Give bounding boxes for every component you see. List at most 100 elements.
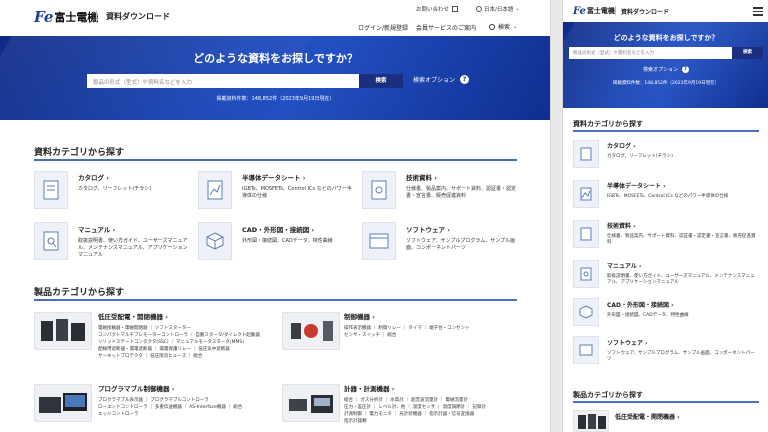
doc-card-title: 技術資料 ›: [607, 223, 636, 230]
instrument-product-image: [282, 384, 340, 422]
software-icon: [362, 222, 396, 260]
prod-card-links: 総合 ｜ ガス分析計 ｜ 水質計 ｜ 超音波流量計 ｜ 電磁流量計 圧力・差圧計…: [344, 398, 486, 424]
hero-banner: どのような資料をお探しですか？ 製品の形式（型式）や資料名などを入力 検索 検索…: [0, 36, 550, 120]
doc-card-desc: 外形図・接続図、CADデータ、特性曲線: [607, 313, 689, 318]
external-link-icon: [452, 6, 459, 12]
doc-card-title: CAD・外形図・接続図 ›: [242, 226, 315, 234]
doc-section-title: 資料カテゴリから探す: [34, 148, 125, 158]
manual-icon: [573, 260, 599, 288]
catalog-icon: [573, 140, 599, 168]
doc-card-title: ソフトウェア ›: [406, 226, 450, 234]
manual-icon: [34, 222, 68, 260]
doc-card-title: マニュアル ›: [607, 263, 642, 270]
cad-cube-icon: [198, 222, 232, 260]
desktop-view: Fe 富士電機 資料ダウンロード お問い合わせ 日本/日本語 ⌄ ログイン/新規…: [0, 0, 551, 432]
doc-section-underline: [573, 130, 759, 132]
doc-card-desc: 取扱説明書、使い方ガイド、ユーザーズマニュアル、メンテナンスマニュアル、アプリケ…: [78, 238, 188, 258]
logo[interactable]: Fe 富士電機: [34, 8, 99, 26]
header-search[interactable]: 検索 ⌄: [489, 22, 517, 31]
prod-card-title: 制御機器 ›: [344, 313, 375, 321]
contact-label: お問い合わせ: [416, 7, 450, 13]
doc-card-desc: 仕様書、製品案内、サポート資料、認証書・認定書・宣言書、販売促進資料: [406, 186, 517, 199]
search-option-link[interactable]: 検索オプション ?: [413, 75, 470, 84]
search-button[interactable]: 検索: [732, 47, 763, 59]
doc-card-title: カタログ ›: [607, 143, 636, 150]
company-name: 富士電機: [54, 11, 99, 24]
mobile-logo[interactable]: Fe 富士電機: [573, 5, 615, 17]
section-title[interactable]: 資料ダウンロード: [621, 7, 669, 16]
mobile-view: Fe 富士電機 資料ダウンロード どのような資料をお探しですか？ 製品の形式（型…: [562, 0, 768, 432]
logo-mark: Fe: [573, 5, 586, 17]
technical-doc-icon: [573, 220, 599, 248]
technical-doc-icon: [362, 171, 396, 209]
doc-card-desc: 仕様書、製品案内、サポート資料、認証書・認定書・宣言書、販売促進資料: [607, 234, 756, 245]
doc-card-title: マニュアル ›: [78, 226, 116, 234]
search-row: 製品の形式（型式）や資料名などを入力 検索 検索オプション ?: [87, 74, 507, 88]
document-count: 掲載資料件数：148,852件（2023年9月19日現在）: [612, 81, 720, 86]
language-selector[interactable]: 日本/日本語 ⌄: [476, 5, 520, 13]
document-count: 掲載資料件数：148,852件（2023年9月19日現在）: [216, 96, 335, 102]
doc-card-desc: カタログ、リーフレット(チラシ): [78, 186, 152, 192]
prod-card-links: 操作表示機器 ｜ 制御リレー ｜ タイマ ｜ 端子台・コンセント センサ・スイッ…: [344, 326, 470, 338]
catalog-icon: [34, 171, 68, 209]
hero-question: どのような資料をお探しですか？: [613, 34, 719, 42]
globe-icon: [476, 6, 482, 12]
search-input[interactable]: 製品の形式（型式）や資料名などを入力: [569, 47, 732, 59]
prod-section-underline: [573, 401, 759, 403]
hamburger-menu-icon[interactable]: [753, 5, 763, 18]
search-icon: [489, 23, 495, 30]
doc-card-title: 半導体データシート ›: [607, 183, 666, 190]
doc-card-desc: IGBTs、MOSFETs、Control ICs などのパワー半導体の仕様: [242, 186, 352, 199]
prod-section-underline: [34, 299, 517, 301]
help-icon: ?: [460, 75, 470, 84]
company-name: 富士電機: [586, 7, 615, 15]
doc-card-desc: 取扱説明書、使い方ガイド、ユーザーズマニュアル、メンテナンスマニュアル、アプリケ…: [607, 274, 755, 285]
doc-card-desc: ソフトウェア、サンプルプログラム、サンプル画面、コンポーネントパーツ: [607, 351, 755, 362]
datasheet-icon: [573, 180, 599, 208]
doc-card-desc: IGBTs、MOSFETs、Control ICs などのパワー半導体の仕様: [607, 194, 729, 199]
help-icon: ?: [682, 66, 689, 73]
search-button[interactable]: 検索: [359, 74, 403, 88]
header-divider: [615, 6, 616, 15]
control-product-image: [282, 312, 340, 350]
chevron-down-icon: ⌄: [513, 23, 518, 30]
search-label: 検索: [498, 24, 511, 31]
prod-card-links: プログラマブル表示器 ｜ プログラマブルコントローラ ローエンドコントローラ ｜…: [98, 398, 243, 417]
datasheet-icon: [198, 171, 232, 209]
member-link[interactable]: 会員サービスのご案内: [416, 23, 476, 32]
chevron-down-icon: ⌄: [515, 6, 520, 12]
prod-card-title: 低圧受配電・開閉機器 ›: [98, 313, 168, 321]
prod-card-links: 電磁接触器・電磁開閉器 ｜ ソフトスターター コンパクトマルチプレモーターコント…: [98, 326, 260, 359]
doc-card-title: 技術資料 ›: [406, 174, 437, 182]
search-input[interactable]: 製品の形式（型式）や資料名などを入力: [87, 74, 359, 88]
prod-card-title: 計器・計測機器 ›: [344, 385, 395, 393]
prod-section-title: 製品カテゴリから探す: [573, 391, 643, 399]
mobile-hero-banner: どのような資料をお探しですか？ 製品の形式（型式）や資料名などを入力 検索 検索…: [563, 22, 768, 108]
logo-mark: Fe: [34, 8, 54, 26]
prod-section-title: 製品カテゴリから探す: [34, 288, 125, 298]
doc-section-title: 資料カテゴリから探す: [573, 120, 643, 128]
search-option-link[interactable]: 検索オプション ?: [563, 66, 768, 73]
contact-link[interactable]: お問い合わせ: [416, 5, 459, 13]
search-option-label: 検索オプション: [413, 77, 456, 84]
doc-card-desc: ソフトウェア、サンプルプログラム、サンプル画面、コンポーネントパーツ: [406, 238, 516, 251]
cad-cube-icon: [573, 298, 599, 326]
prod-card-title: プログラマブル制御機器 ›: [98, 385, 175, 393]
section-title[interactable]: 資料ダウンロード: [106, 11, 170, 22]
header-divider: [96, 11, 97, 23]
site-header: Fe 富士電機 資料ダウンロード お問い合わせ 日本/日本語 ⌄ ログイン/新規…: [0, 0, 550, 36]
plc-product-image: [34, 384, 92, 422]
doc-card-title: CAD・外形図・接続図 ›: [607, 302, 674, 309]
doc-section-underline: [34, 159, 517, 161]
doc-card-title: 半導体データシート ›: [242, 174, 306, 182]
breaker-product-image: [573, 410, 609, 432]
doc-card-title: カタログ ›: [78, 174, 109, 182]
hero-question: どのような資料をお探しですか？: [193, 52, 358, 65]
doc-card-desc: 外形図・接続図、CADデータ、特性曲線: [242, 238, 333, 244]
doc-card-desc: カタログ、リーフレット(チラシ): [607, 154, 673, 159]
login-link[interactable]: ログイン/新規登録: [358, 23, 408, 32]
prod-card-title: 低圧受配電・開閉機器 ›: [615, 414, 680, 421]
language-label: 日本/日本語: [484, 7, 514, 13]
search-option-label: 検索オプション: [642, 67, 678, 73]
breaker-product-image: [34, 312, 92, 350]
